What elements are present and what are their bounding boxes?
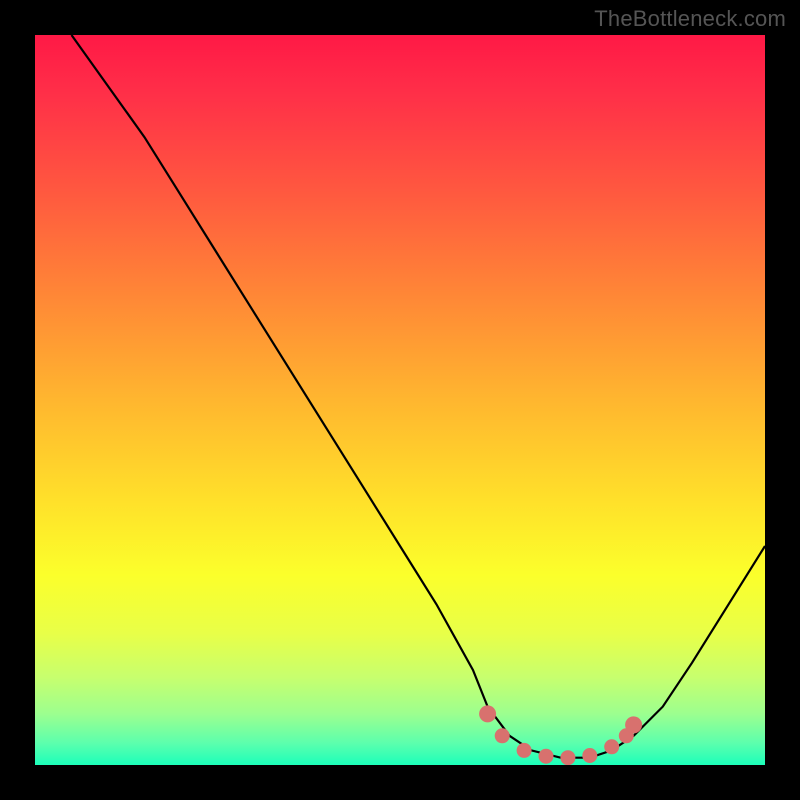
chart-plot-area — [35, 35, 765, 765]
bottleneck-curve-line — [35, 35, 765, 765]
optimal-range-markers — [35, 35, 765, 765]
watermark-text: TheBottleneck.com — [594, 6, 786, 32]
